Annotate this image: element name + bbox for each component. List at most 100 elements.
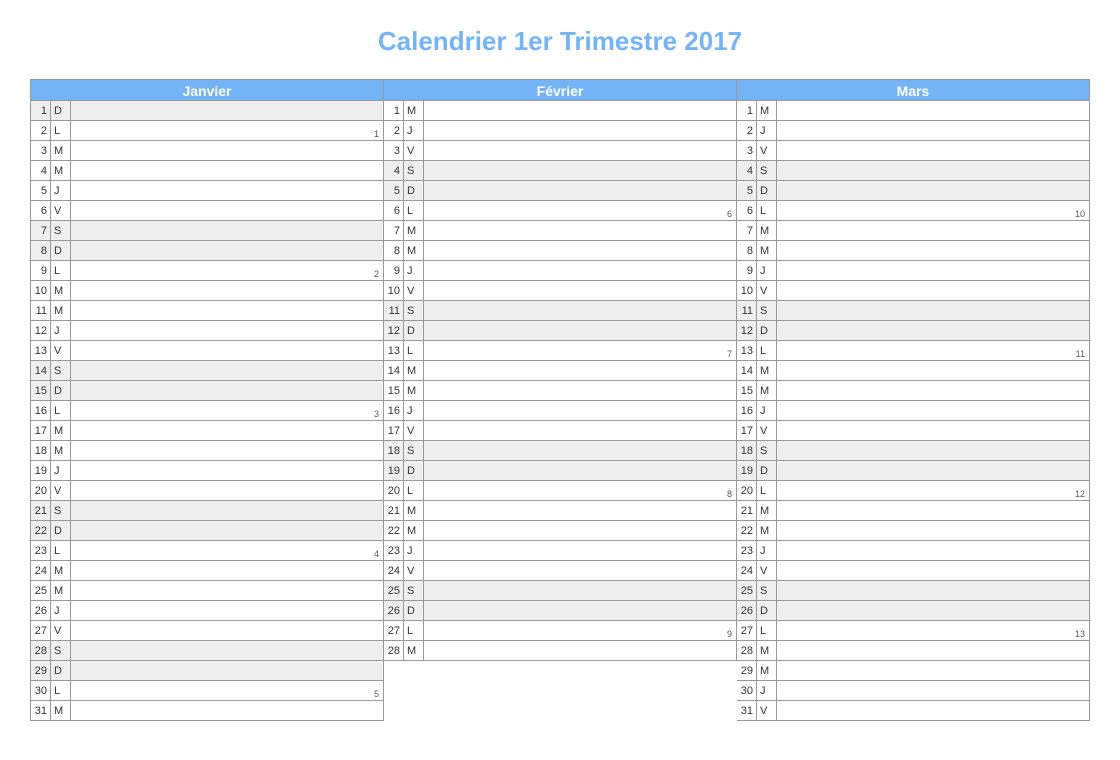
- day-notes: [777, 401, 1089, 420]
- day-number: 14: [384, 361, 404, 380]
- week-number: 3: [374, 409, 379, 419]
- day-notes: 6: [424, 201, 736, 220]
- day-row: 18M: [31, 441, 383, 461]
- day-row: 9J: [737, 261, 1089, 281]
- day-number: 21: [737, 501, 757, 520]
- day-row: 28S: [31, 641, 383, 661]
- day-of-week: M: [51, 161, 71, 180]
- day-of-week: S: [404, 441, 424, 460]
- day-row: 6V: [31, 201, 383, 221]
- day-row: 10V: [737, 281, 1089, 301]
- day-row: 31V: [737, 701, 1089, 721]
- day-of-week: D: [404, 601, 424, 620]
- day-number: 20: [737, 481, 757, 500]
- day-of-week: L: [757, 341, 777, 360]
- month-header: Janvier: [31, 79, 383, 101]
- day-number: 10: [384, 281, 404, 300]
- day-number: 16: [384, 401, 404, 420]
- day-row: 16J: [737, 401, 1089, 421]
- day-notes: [424, 601, 736, 620]
- day-notes: [424, 421, 736, 440]
- day-notes: [424, 541, 736, 560]
- day-notes: [777, 521, 1089, 540]
- day-number: 6: [31, 201, 51, 220]
- day-of-week: L: [404, 621, 424, 640]
- day-number: 2: [31, 121, 51, 140]
- day-notes: [777, 501, 1089, 520]
- day-row: 23J: [384, 541, 736, 561]
- day-row: 11S: [737, 301, 1089, 321]
- day-number: 29: [31, 661, 51, 680]
- day-of-week: M: [404, 641, 424, 660]
- day-number: 25: [31, 581, 51, 600]
- day-notes: [71, 181, 383, 200]
- day-notes: [71, 701, 383, 720]
- day-number: 20: [31, 481, 51, 500]
- day-row: 4S: [737, 161, 1089, 181]
- day-of-week: L: [51, 121, 71, 140]
- day-of-week: J: [757, 541, 777, 560]
- day-of-week: D: [757, 601, 777, 620]
- day-row: 7M: [737, 221, 1089, 241]
- day-number: 21: [31, 501, 51, 520]
- day-notes: [424, 361, 736, 380]
- day-of-week: M: [404, 381, 424, 400]
- week-number: 5: [374, 689, 379, 699]
- day-row: 10M: [31, 281, 383, 301]
- day-of-week: D: [757, 181, 777, 200]
- day-number: 30: [31, 681, 51, 700]
- day-notes: [71, 141, 383, 160]
- day-number: 6: [737, 201, 757, 220]
- day-notes: [424, 441, 736, 460]
- day-notes: [424, 141, 736, 160]
- day-row: 11S: [384, 301, 736, 321]
- day-of-week: V: [51, 341, 71, 360]
- day-number: 29: [737, 661, 757, 680]
- day-number: 15: [737, 381, 757, 400]
- day-number: 21: [384, 501, 404, 520]
- day-of-week: L: [51, 401, 71, 420]
- day-row: 1M: [384, 101, 736, 121]
- week-number: 13: [1075, 629, 1085, 639]
- day-row: 24V: [737, 561, 1089, 581]
- day-number: 3: [31, 141, 51, 160]
- day-row: 26D: [384, 601, 736, 621]
- day-notes: [424, 301, 736, 320]
- day-row: 26D: [737, 601, 1089, 621]
- day-of-week: J: [404, 261, 424, 280]
- day-number: 1: [31, 101, 51, 120]
- day-notes: [777, 221, 1089, 240]
- day-row: 8M: [737, 241, 1089, 261]
- day-of-week: S: [404, 581, 424, 600]
- day-row: 19D: [384, 461, 736, 481]
- day-row: 29M: [737, 661, 1089, 681]
- day-row: 24M: [31, 561, 383, 581]
- day-notes: [777, 661, 1089, 680]
- day-number: 19: [737, 461, 757, 480]
- day-of-week: V: [757, 281, 777, 300]
- day-number: 18: [737, 441, 757, 460]
- day-row: 17V: [737, 421, 1089, 441]
- day-row: 9L2: [31, 261, 383, 281]
- day-row: 27L13: [737, 621, 1089, 641]
- day-row: 14M: [737, 361, 1089, 381]
- day-of-week: M: [51, 561, 71, 580]
- day-notes: [777, 281, 1089, 300]
- day-notes: [71, 661, 383, 680]
- day-notes: [71, 441, 383, 460]
- day-row: 21S: [31, 501, 383, 521]
- day-notes: [777, 461, 1089, 480]
- day-row: 28M: [384, 641, 736, 661]
- day-notes: [777, 161, 1089, 180]
- day-row: 21M: [737, 501, 1089, 521]
- day-notes: [777, 121, 1089, 140]
- day-notes: [424, 641, 736, 660]
- day-number: 9: [384, 261, 404, 280]
- day-row: 23L4: [31, 541, 383, 561]
- day-row: 1D: [31, 101, 383, 121]
- day-number: 16: [737, 401, 757, 420]
- day-row: 2L1: [31, 121, 383, 141]
- day-of-week: D: [757, 461, 777, 480]
- day-number: 7: [384, 221, 404, 240]
- day-number: 18: [384, 441, 404, 460]
